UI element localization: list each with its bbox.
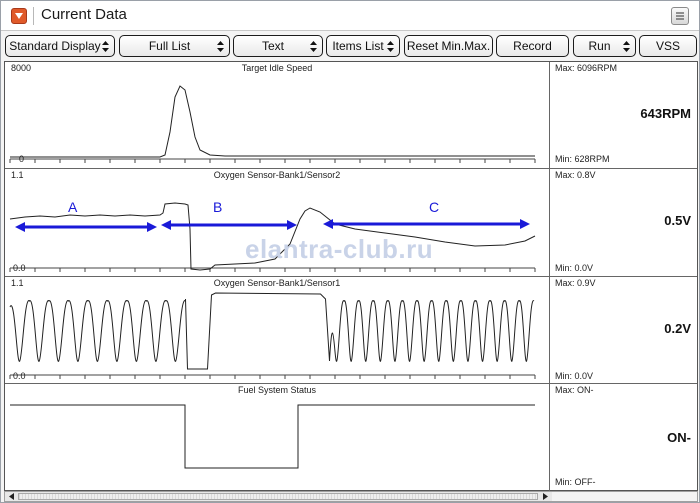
vss-label: VSS: [655, 39, 680, 53]
standard-display-dropdown[interactable]: Standard Display: [5, 35, 115, 57]
vss-button[interactable]: VSS: [639, 35, 697, 57]
graph-panel-target-idle-speed[interactable]: Target Idle Speed 8000 0 Max: 6096RPM 64…: [5, 62, 697, 169]
full-list-dropdown[interactable]: Full List: [119, 35, 230, 57]
plot-area: A B C Oxygen Sensor-Bank1/Sensor2 1.1 0.…: [5, 169, 550, 276]
o2-sensor2-trace: [9, 202, 536, 272]
y-max-label: 1.1: [11, 278, 24, 288]
graph-panel-o2-sensor1[interactable]: Oxygen Sensor-Bank1/Sensor1 1.1 0.0 Max:…: [5, 277, 697, 384]
updown-arrow-icon: [623, 41, 630, 52]
scroll-left-icon[interactable]: [6, 492, 17, 501]
graph-area: Target Idle Speed 8000 0 Max: 6096RPM 64…: [4, 61, 698, 491]
run-dropdown[interactable]: Run: [573, 35, 636, 57]
updown-arrow-icon: [217, 41, 224, 52]
scrollbar-thumb[interactable]: [18, 493, 538, 500]
current-value: ON-: [667, 430, 691, 445]
graph-title: Oxygen Sensor-Bank1/Sensor2: [213, 170, 341, 180]
plot-area: Oxygen Sensor-Bank1/Sensor1 1.1 0.0: [5, 277, 550, 383]
graph-title: Fuel System Status: [237, 385, 317, 395]
record-label: Record: [513, 39, 552, 53]
o2-sensor1-trace: [9, 292, 536, 379]
reset-min-max-button[interactable]: Reset Min.Max.: [404, 35, 493, 57]
graph-title: Oxygen Sensor-Bank1/Sensor1: [213, 278, 341, 288]
max-value: Max: 0.8V: [555, 170, 596, 180]
y-min-label: 0.0: [13, 371, 26, 381]
text-label: Text: [261, 39, 284, 53]
updown-arrow-icon: [387, 41, 394, 52]
graph-panel-o2-sensor2[interactable]: A B C Oxygen Sensor-Bank1/Sensor2 1.1 0.…: [5, 169, 697, 277]
annotation-c: C: [429, 199, 440, 215]
plot-area: Target Idle Speed 8000 0: [5, 62, 550, 168]
value-panel: Max: 0.9V 0.2V Min: 0.0V: [551, 277, 697, 383]
window-title: Current Data: [41, 6, 127, 23]
plot-area: Fuel System Status: [5, 384, 550, 491]
current-data-window: Current Data Standard Display Full List …: [0, 0, 700, 503]
min-value: Min: 628RPM: [555, 154, 610, 164]
title-bar: Current Data: [1, 1, 699, 31]
y-min-label: 0.0: [13, 263, 26, 273]
collapse-menu-icon[interactable]: [11, 8, 27, 24]
updown-arrow-icon: [102, 41, 109, 52]
target-idle-speed-trace: [9, 85, 536, 163]
current-value: 0.2V: [664, 321, 691, 336]
value-panel: Max: ON- ON- Min: OFF-: [551, 384, 697, 491]
value-panel: Max: 6096RPM 643RPM Min: 628RPM: [551, 62, 697, 168]
max-value: Max: 0.9V: [555, 278, 596, 288]
run-label: Run: [588, 39, 611, 53]
annotation-b: B: [213, 199, 223, 215]
y-max-label: 8000: [11, 63, 32, 73]
toolbar: Standard Display Full List Text Items Li…: [1, 33, 699, 59]
reset-min-max-label: Reset Min.Max.: [406, 39, 491, 53]
min-value: Min: 0.0V: [555, 263, 594, 273]
y-min-label: 0: [19, 154, 25, 164]
min-value: Min: OFF-: [555, 477, 596, 487]
items-list-dropdown[interactable]: Items List: [326, 35, 400, 57]
title-separator: [33, 7, 34, 25]
horizontal-scrollbar[interactable]: [4, 491, 698, 502]
x-axis-ticks: [9, 374, 536, 379]
items-list-label: Items List: [332, 39, 384, 53]
standard-display-label: Standard Display: [9, 39, 101, 53]
full-list-label: Full List: [148, 39, 191, 53]
max-value: Max: ON-: [555, 385, 594, 395]
annotation-arrows: [15, 219, 530, 232]
fuel-system-status-trace: [10, 404, 535, 469]
scrollbar-spacer: [552, 492, 697, 501]
current-value: 0.5V: [664, 213, 691, 228]
annotation-a: A: [68, 199, 78, 215]
list-view-icon[interactable]: [671, 7, 689, 25]
y-max-label: 1.1: [11, 170, 24, 180]
record-button[interactable]: Record: [496, 35, 569, 57]
current-value: 643RPM: [640, 106, 691, 121]
x-axis-ticks: [9, 267, 536, 272]
max-value: Max: 6096RPM: [555, 63, 618, 73]
value-panel: Max: 0.8V 0.5V Min: 0.0V: [551, 169, 697, 276]
min-value: Min: 0.0V: [555, 371, 594, 381]
text-dropdown[interactable]: Text: [233, 35, 323, 57]
graph-panel-fuel-system-status[interactable]: Fuel System Status Max: ON- ON- Min: OFF…: [5, 384, 697, 491]
updown-arrow-icon: [310, 41, 317, 52]
graph-title: Target Idle Speed: [241, 63, 313, 73]
scroll-right-icon[interactable]: [540, 492, 551, 501]
x-axis-ticks: [9, 158, 536, 163]
